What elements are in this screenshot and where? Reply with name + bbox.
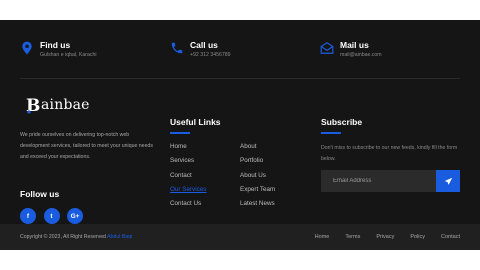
useful-links-col1: Home Services Contact Our Services Conta… xyxy=(170,140,206,211)
social-links: f t G+ xyxy=(20,208,91,224)
divider xyxy=(20,78,460,79)
contact-detail: mail@ainbae.com xyxy=(340,52,382,58)
bottom-nav-terms[interactable]: Terms xyxy=(345,234,360,240)
contact-detail: +92 312 3456789 xyxy=(190,52,231,58)
link-home[interactable]: Home xyxy=(170,140,206,154)
subscribe-text: Don't miss to subscribe to our new feeds… xyxy=(321,145,458,162)
contact-mail-us: Mail us mail@ainbae.com xyxy=(320,40,382,59)
send-icon xyxy=(444,177,452,185)
copyright-text: Copyright © 2023, All Right Reserved xyxy=(20,234,107,240)
contact-detail: Gulshan e iqbal, Karachi xyxy=(40,52,97,58)
useful-links-col2: About Portfolio About Us Expert Team Lat… xyxy=(240,140,275,211)
link-about[interactable]: About xyxy=(240,140,275,154)
copyright-author-link[interactable]: Abdul Baqi xyxy=(107,234,132,240)
bottom-nav-contact[interactable]: Contact xyxy=(441,234,460,240)
map-pin-icon xyxy=(22,41,32,55)
subscribe-form xyxy=(321,170,460,192)
link-portfolio[interactable]: Portfolio xyxy=(240,154,275,168)
link-about-us[interactable]: About Us xyxy=(240,169,275,183)
twitter-icon[interactable]: t xyxy=(43,208,60,224)
subscribe-title: Subscribe xyxy=(321,117,363,127)
link-latest-news[interactable]: Latest News xyxy=(240,197,275,211)
bottom-nav-policy[interactable]: Policy xyxy=(410,234,425,240)
link-expert-team[interactable]: Expert Team xyxy=(240,183,275,197)
subscribe-underline xyxy=(321,132,341,134)
email-input[interactable] xyxy=(321,170,436,192)
contact-title: Call us xyxy=(190,40,218,50)
google-plus-icon[interactable]: G+ xyxy=(67,208,83,224)
useful-links-title: Useful Links xyxy=(170,117,221,127)
contact-title: Mail us xyxy=(340,40,369,50)
bottom-nav: Home Terms Privacy Policy Contact xyxy=(299,234,460,240)
copyright: Copyright © 2023, All Right Reserved Abd… xyxy=(20,234,132,240)
envelope-icon xyxy=(320,42,334,54)
phone-icon xyxy=(171,42,183,54)
contact-find-us: Find us Gulshan e iqbal, Karachi xyxy=(20,40,97,59)
link-our-services[interactable]: Our Services xyxy=(170,183,206,197)
bottom-nav-privacy[interactable]: Privacy xyxy=(376,234,394,240)
bottom-nav-home[interactable]: Home xyxy=(315,234,330,240)
about-text: We pride ourselves on delivering top-not… xyxy=(20,132,153,160)
footer: Find us Gulshan e iqbal, Karachi Call us… xyxy=(0,20,480,224)
link-contact[interactable]: Contact xyxy=(170,169,206,183)
brand-name: ainbae xyxy=(41,97,90,113)
link-contact-us[interactable]: Contact Us xyxy=(170,197,206,211)
link-services[interactable]: Services xyxy=(170,154,206,168)
facebook-icon[interactable]: f xyxy=(20,208,36,224)
subscribe-button[interactable] xyxy=(436,170,460,192)
brand-logo[interactable]: B ainbae xyxy=(26,96,90,114)
useful-links-underline xyxy=(170,132,190,134)
follow-title: Follow us xyxy=(20,189,60,199)
brand-mark-icon: B xyxy=(26,96,40,114)
contact-title: Find us xyxy=(40,40,71,50)
contact-call-us: Call us +92 312 3456789 xyxy=(170,40,231,59)
